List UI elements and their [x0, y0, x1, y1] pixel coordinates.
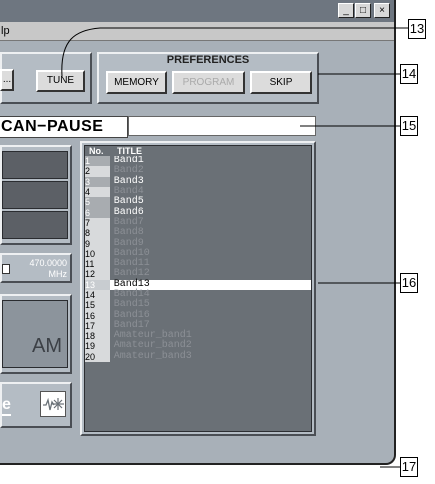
- callout-line-13: [61, 27, 408, 77]
- callout-lines: [61, 27, 408, 468]
- callout-15: 15: [400, 116, 418, 136]
- callout-17: 17: [400, 457, 418, 477]
- callout-14: 14: [400, 64, 418, 84]
- callout-16: 16: [400, 273, 418, 293]
- callout-13: 13: [408, 19, 426, 39]
